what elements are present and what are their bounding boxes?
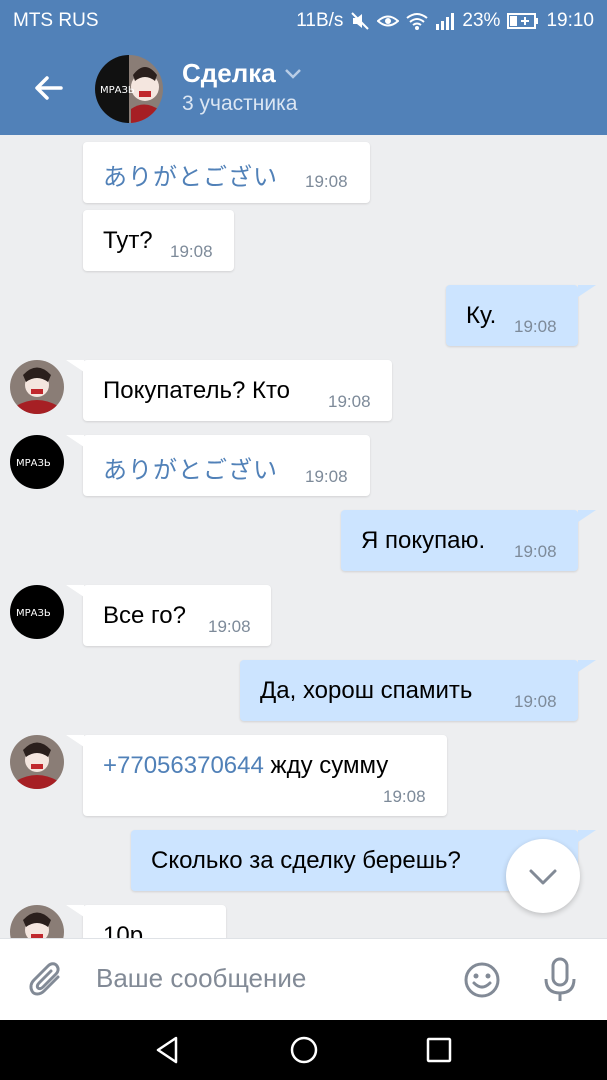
- battery-icon: [507, 13, 539, 29]
- bubble-tail: [578, 830, 596, 842]
- message-time: 19:08: [328, 392, 371, 411]
- message-bubble[interactable]: Тут? 19:08: [83, 210, 234, 271]
- message-bubble[interactable]: +77056370644 жду сумму 19:08: [66, 735, 447, 816]
- message-text: Сколько за сделку берешь?: [151, 847, 461, 874]
- message-time: 19:08: [514, 317, 557, 336]
- chat-avatar[interactable]: МРАЗЬ: [95, 55, 163, 123]
- message-composer: Ваше сообщение: [0, 938, 607, 1021]
- bubble-tail: [66, 585, 84, 597]
- nav-recents-icon[interactable]: [423, 1034, 455, 1066]
- message-text: Все го?: [103, 602, 186, 629]
- message-text: ありがとござい: [103, 164, 278, 191]
- bubble-tail: [66, 905, 84, 917]
- participants-count: 3 участника: [182, 92, 298, 115]
- signal-icon: [436, 13, 455, 30]
- message-text: Да, хорош спамить: [260, 677, 473, 704]
- chat-title[interactable]: Сделка: [182, 58, 302, 89]
- message-time: 19:08: [170, 242, 213, 261]
- chevron-down-icon: [284, 68, 301, 79]
- message-time: 19:08: [514, 692, 557, 711]
- bubble-tail: [66, 435, 84, 447]
- message-bubble[interactable]: Покупатель? Кто 19:08: [66, 360, 392, 421]
- message-text: Я покупаю.: [361, 527, 486, 554]
- message-input[interactable]: Ваше сообщение: [96, 963, 306, 994]
- chat-title-text: Сделка: [182, 58, 276, 88]
- avatar-label: МРАЗЬ: [100, 85, 135, 96]
- wifi-icon: [406, 13, 429, 30]
- network-speed: 11B/s: [296, 10, 344, 31]
- message-bubble[interactable]: Все го? 19:08: [66, 585, 271, 646]
- bubble-tail: [578, 510, 596, 522]
- bubble-tail: [66, 735, 84, 747]
- message-text: Ку.: [466, 302, 497, 329]
- carrier-name: MTS RUS: [13, 10, 99, 31]
- message-bubble[interactable]: Я покупаю. 19:08: [341, 510, 596, 571]
- message-text: +77056370644 жду сумму: [103, 752, 388, 780]
- status-icons: 11B/s 23% 19:10: [296, 10, 594, 32]
- scroll-to-bottom-button[interactable]: [506, 839, 580, 913]
- microphone-icon[interactable]: [541, 957, 579, 1003]
- nav-home-icon[interactable]: [288, 1034, 320, 1066]
- sender-avatar[interactable]: МРАЗЬ: [10, 435, 64, 489]
- status-bar: MTS RUS 11B/s 23% 19:10: [0, 0, 607, 42]
- message-bubble[interactable]: 10р: [66, 905, 226, 938]
- chat-header: МРАЗЬ Сделка 3 участника: [0, 42, 607, 135]
- sender-avatar[interactable]: [10, 905, 64, 938]
- sender-avatar[interactable]: [10, 360, 64, 414]
- message-bubble[interactable]: ありがとござい 19:08: [83, 142, 370, 203]
- emoji-icon[interactable]: [463, 961, 501, 999]
- nav-back-icon[interactable]: [152, 1034, 184, 1066]
- sender-avatar[interactable]: МРАЗЬ: [10, 585, 64, 639]
- message-time: 19:08: [305, 467, 348, 486]
- message-text-tail: жду сумму: [270, 752, 389, 779]
- system-nav-bar: [0, 1020, 607, 1080]
- battery-percent: 23%: [462, 10, 501, 31]
- mute-icon: [351, 12, 370, 30]
- message-text: ありがとござい: [103, 457, 278, 484]
- avatar-label: МРАЗЬ: [16, 608, 51, 619]
- bubble-tail: [66, 360, 84, 372]
- message-bubble[interactable]: Ку. 19:08: [446, 285, 596, 346]
- bubble-tail: [578, 285, 596, 297]
- message-bubble[interactable]: ありがとござい 19:08: [66, 435, 370, 496]
- message-time: 19:08: [383, 787, 426, 806]
- bubble-tail: [578, 660, 596, 672]
- clock: 19:10: [546, 10, 594, 31]
- message-time: 19:08: [208, 617, 251, 636]
- chevron-down-icon: [529, 869, 557, 885]
- sender-avatar[interactable]: [10, 735, 64, 789]
- avatar-label: МРАЗЬ: [16, 458, 51, 469]
- phone-link[interactable]: +77056370644: [103, 752, 264, 779]
- paperclip-icon[interactable]: [28, 959, 66, 1001]
- message-time: 19:08: [305, 172, 348, 191]
- message-list[interactable]: ありがとござい 19:08 Тут? 19:08 Ку. 19:08 Покуп…: [0, 135, 607, 938]
- message-bubble[interactable]: Да, хорош спамить 19:08: [240, 660, 596, 721]
- eye-icon: [377, 15, 400, 27]
- message-time: 19:08: [514, 542, 557, 561]
- message-text: Тут?: [103, 227, 153, 254]
- message-text: 10р: [103, 922, 144, 938]
- back-arrow-icon[interactable]: [30, 70, 66, 106]
- message-text: Покупатель? Кто: [103, 377, 291, 404]
